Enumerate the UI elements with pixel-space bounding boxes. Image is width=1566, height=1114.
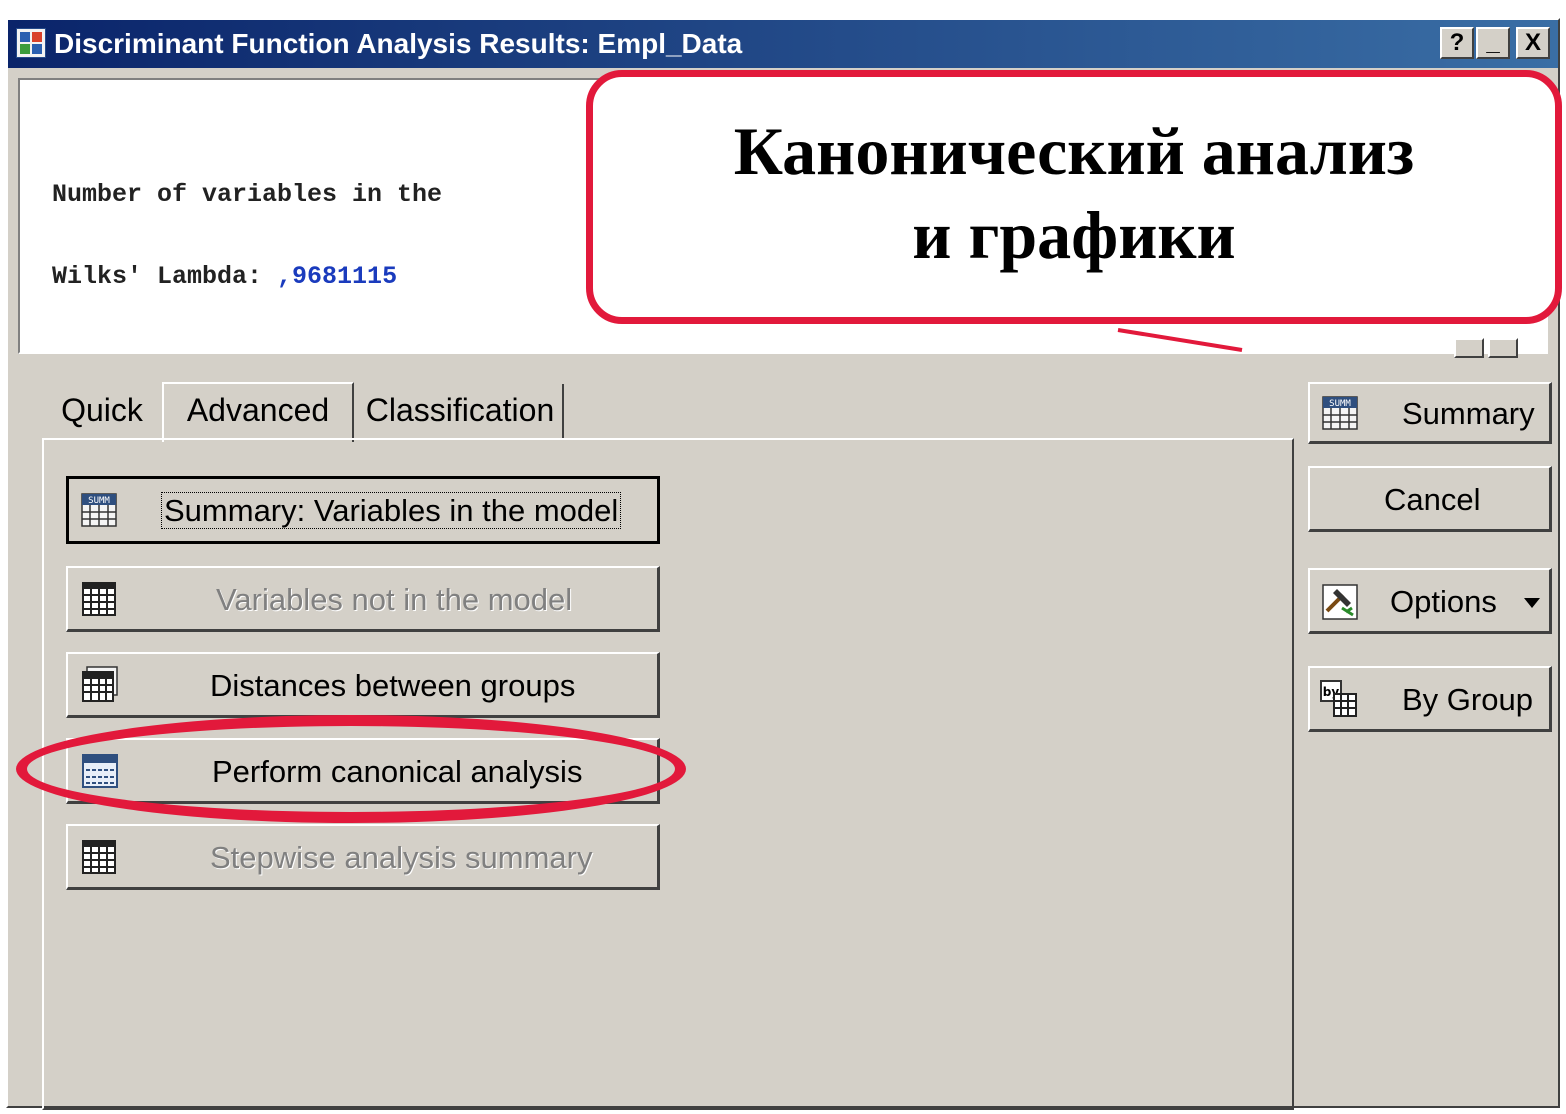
svg-text:SUMM: SUMM <box>1329 399 1351 409</box>
output-scroll-button[interactable] <box>1454 338 1484 358</box>
tab-classification[interactable]: Classification <box>358 384 564 438</box>
wilks-lambda-value: ,9681115 <box>277 262 398 291</box>
chevron-down-icon <box>1524 598 1540 608</box>
callout-line-2: и графики <box>912 197 1236 273</box>
tab-advanced[interactable]: Advanced <box>162 382 354 442</box>
options-hammer-icon <box>1322 584 1358 620</box>
distances-between-groups-label: Distances between groups <box>210 668 576 703</box>
summary-table-icon: SUMM <box>1322 396 1358 430</box>
app-icon <box>16 28 46 58</box>
wilks-lambda-label: Wilks' Lambda: <box>52 262 278 291</box>
wilks-lambda-line: Wilks' Lambda: ,9681115 <box>52 262 397 291</box>
cancel-button[interactable]: Cancel <box>1308 466 1552 532</box>
stepwise-analysis-summary-label: Stepwise analysis summary <box>210 840 593 875</box>
by-group-icon: by <box>1320 680 1357 717</box>
close-button[interactable]: X <box>1516 27 1550 59</box>
grid-table-icon <box>82 582 116 616</box>
summary-variables-label: Summary: Variables in the model <box>161 492 622 529</box>
summary-button[interactable]: SUMM Summary <box>1308 382 1552 444</box>
variables-not-in-model-label: Variables not in the model <box>216 582 573 617</box>
spreadsheet-icon <box>82 666 118 702</box>
grid-table-icon <box>82 840 116 874</box>
cancel-button-label: Cancel <box>1384 482 1481 517</box>
summary-variables-button[interactable]: SUMM Summary: Variables in the model <box>66 476 660 544</box>
title-bar[interactable]: Discriminant Function Analysis Results: … <box>8 20 1558 68</box>
help-button[interactable]: ? <box>1440 27 1474 59</box>
tab-quick[interactable]: Quick <box>44 384 160 438</box>
options-button[interactable]: Options <box>1308 568 1552 634</box>
stepwise-analysis-summary-button[interactable]: Stepwise analysis summary <box>66 824 660 890</box>
callout-tail <box>970 318 1250 352</box>
callout-line-1: Канонический анализ <box>733 113 1415 189</box>
summary-table-icon: SUMM <box>81 493 117 527</box>
by-group-button-label: By Group <box>1402 682 1533 717</box>
svg-text:SUMM: SUMM <box>88 496 110 506</box>
variables-not-in-model-button[interactable]: Variables not in the model <box>66 566 660 632</box>
output-scroll-button-2[interactable] <box>1488 338 1518 358</box>
by-group-button[interactable]: by By Group <box>1308 666 1552 732</box>
minimize-button[interactable]: _ <box>1476 27 1510 59</box>
highlight-ellipse <box>16 715 686 823</box>
variables-count-line: Number of variables in the <box>52 180 443 209</box>
summary-button-label: Summary <box>1402 396 1535 431</box>
callout-box: Канонический анализ и графики <box>586 70 1562 324</box>
options-button-label: Options <box>1390 584 1497 619</box>
distances-between-groups-button[interactable]: Distances between groups <box>66 652 660 718</box>
window-title: Discriminant Function Analysis Results: … <box>54 28 743 59</box>
